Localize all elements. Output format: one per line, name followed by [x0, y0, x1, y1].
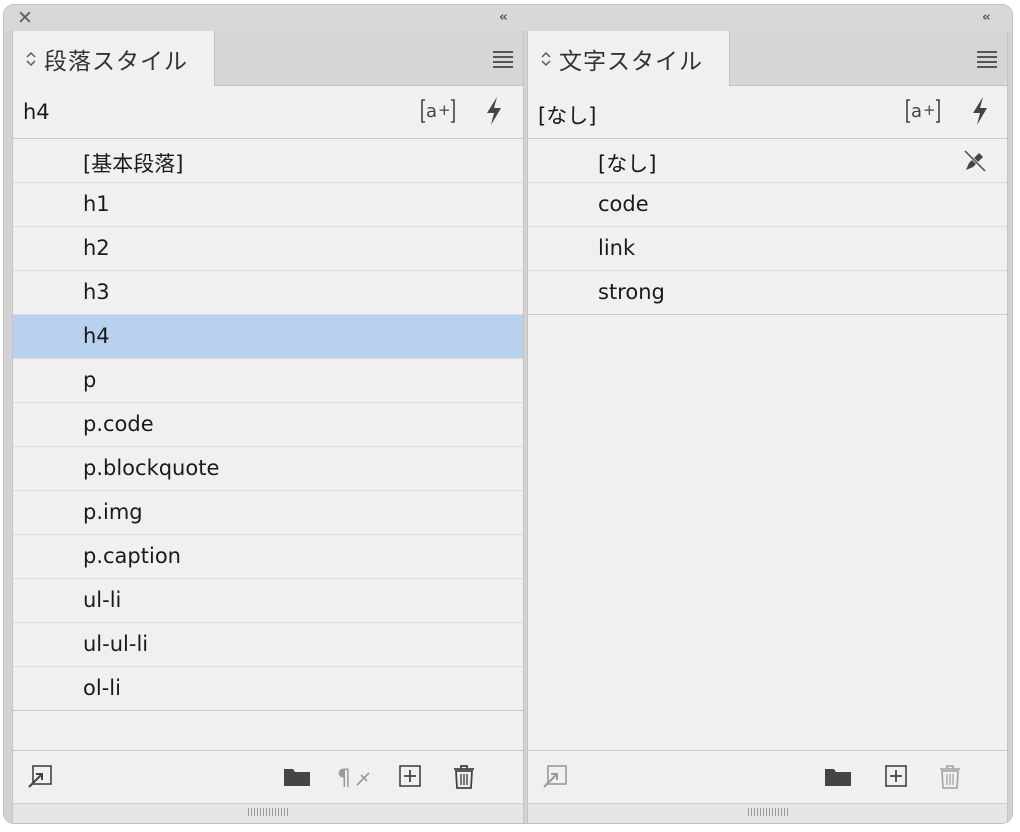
list-item[interactable]: [基本段落] [13, 139, 523, 183]
resize-grip[interactable] [528, 803, 1007, 823]
collapse-icon[interactable]: ‹‹ [982, 10, 991, 25]
tab-paragraph-styles[interactable]: 段落スタイル [13, 31, 215, 86]
tab-title: 段落スタイル [44, 48, 188, 75]
list-item[interactable]: h1 [13, 183, 523, 227]
updown-arrow-icon [541, 51, 551, 66]
list-item[interactable]: [なし] [528, 139, 1007, 183]
panel-footer: ¶ [13, 750, 523, 803]
panel-menu-icon[interactable] [493, 51, 513, 71]
tab-title: 文字スタイル [559, 48, 703, 75]
svg-text:¶: ¶ [337, 766, 351, 789]
tab-bar: 文字スタイル [528, 31, 1007, 86]
trash-icon[interactable] [453, 765, 475, 793]
grip-lines [248, 808, 288, 816]
list-item[interactable]: p [13, 359, 523, 403]
list-item[interactable]: code [528, 183, 1007, 227]
list-item[interactable]: h3 [13, 271, 523, 315]
paragraph-styles-panel: 段落スタイル h4 a + [基本段落] h1 h2 h3 h4 p p.code… [12, 31, 524, 823]
plus-box-icon[interactable] [885, 765, 907, 791]
close-icon[interactable]: ✕ [17, 8, 33, 28]
no-edit-pencil-icon [963, 149, 987, 177]
panel-title-strip: ✕ ‹‹ ‹‹ [4, 5, 1012, 31]
character-styles-panel: 文字スタイル [なし] a + [なし] code link strong [527, 31, 1008, 823]
list-item[interactable]: p.blockquote [13, 447, 523, 491]
list-item[interactable]: h2 [13, 227, 523, 271]
list-item[interactable]: p.caption [13, 535, 523, 579]
list-item[interactable]: ul-ul-li [13, 623, 523, 667]
list-item[interactable]: ul-li [13, 579, 523, 623]
lightning-icon[interactable] [484, 96, 504, 130]
import-icon[interactable] [27, 765, 53, 793]
lightning-icon[interactable] [970, 96, 990, 130]
list-item[interactable]: p.code [13, 403, 523, 447]
tab-bar: 段落スタイル [13, 31, 523, 86]
folder-icon[interactable] [283, 765, 311, 791]
styles-panel-window: ✕ ‹‹ ‹‹ 段落スタイル h4 a + [基本段落] h1 h2 h3 h4… [4, 5, 1012, 823]
trash-icon[interactable] [939, 765, 961, 793]
current-style-name: h4 [23, 100, 50, 124]
plus-box-icon[interactable] [399, 765, 421, 791]
pilcrow-clear-icon[interactable]: ¶ [337, 765, 373, 793]
new-style-icon[interactable]: a + [906, 98, 940, 129]
paragraph-style-list: [基本段落] h1 h2 h3 h4 p p.code p.blockquote… [13, 139, 523, 711]
grip-lines [747, 808, 788, 816]
list-item[interactable]: link [528, 227, 1007, 271]
svg-text:+: + [923, 101, 936, 119]
svg-text:a: a [426, 101, 437, 122]
svg-text:+: + [438, 101, 451, 119]
panel-footer [528, 750, 1007, 803]
updown-arrow-icon [26, 51, 36, 66]
list-item-selected[interactable]: h4 [13, 315, 523, 359]
import-icon[interactable] [542, 765, 568, 793]
collapse-icon[interactable]: ‹‹ [499, 10, 508, 25]
character-style-list: [なし] code link strong [528, 139, 1007, 315]
folder-icon[interactable] [824, 765, 852, 791]
current-style-header: [なし] a + [528, 86, 1007, 139]
list-item[interactable]: ol-li [13, 667, 523, 711]
current-style-header: h4 a + [13, 86, 523, 139]
new-style-icon[interactable]: a + [421, 98, 455, 129]
current-style-name: [なし] [538, 104, 597, 128]
tab-character-styles[interactable]: 文字スタイル [528, 31, 730, 86]
resize-grip[interactable] [13, 803, 523, 823]
list-item[interactable]: strong [528, 271, 1007, 315]
svg-text:a: a [911, 101, 922, 122]
list-item[interactable]: p.img [13, 491, 523, 535]
panel-menu-icon[interactable] [977, 51, 997, 71]
